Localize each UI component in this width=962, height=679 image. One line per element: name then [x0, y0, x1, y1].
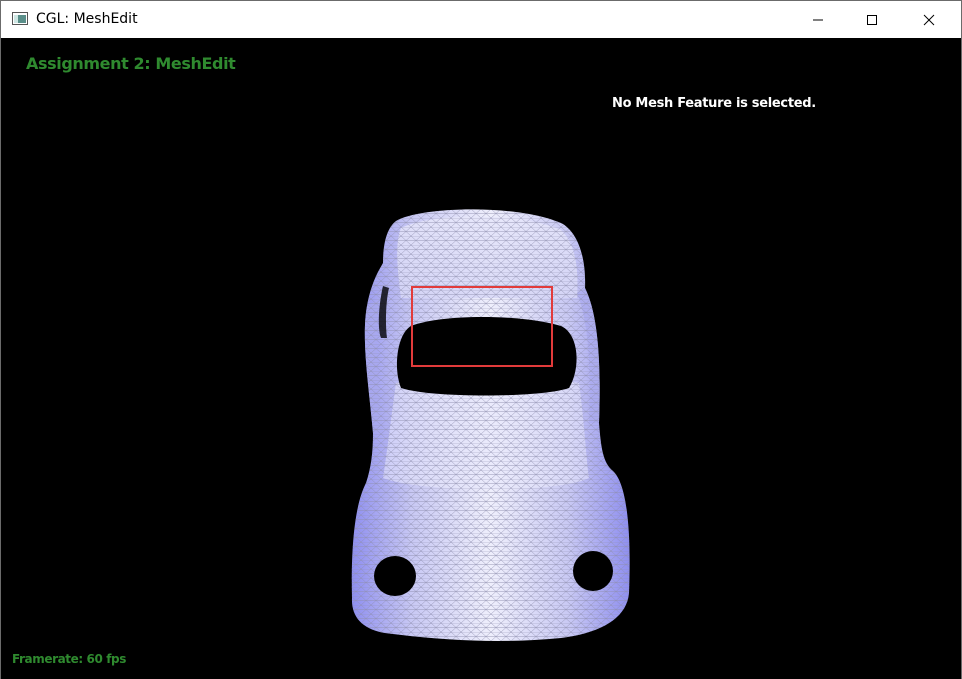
close-button[interactable]	[906, 1, 952, 38]
app-window-icon	[12, 12, 28, 25]
minimize-icon	[813, 19, 823, 20]
assignment-title: Assignment 2: MeshEdit	[26, 54, 236, 73]
window-title: CGL: MeshEdit	[36, 11, 138, 27]
app-window: CGL: MeshEdit Assignment 2: MeshEdit No …	[0, 0, 962, 679]
minimize-button[interactable]	[795, 1, 841, 38]
maximize-icon	[867, 14, 877, 25]
annotation-highlight-rect	[411, 286, 553, 367]
maximize-button[interactable]	[849, 1, 895, 38]
selection-status: No Mesh Feature is selected.	[612, 96, 816, 111]
framerate-label: Framerate: 60 fps	[12, 652, 126, 666]
mesh-viewport[interactable]: Assignment 2: MeshEdit No Mesh Feature i…	[1, 38, 961, 679]
close-icon	[923, 14, 935, 25]
title-bar[interactable]: CGL: MeshEdit	[1, 1, 961, 38]
